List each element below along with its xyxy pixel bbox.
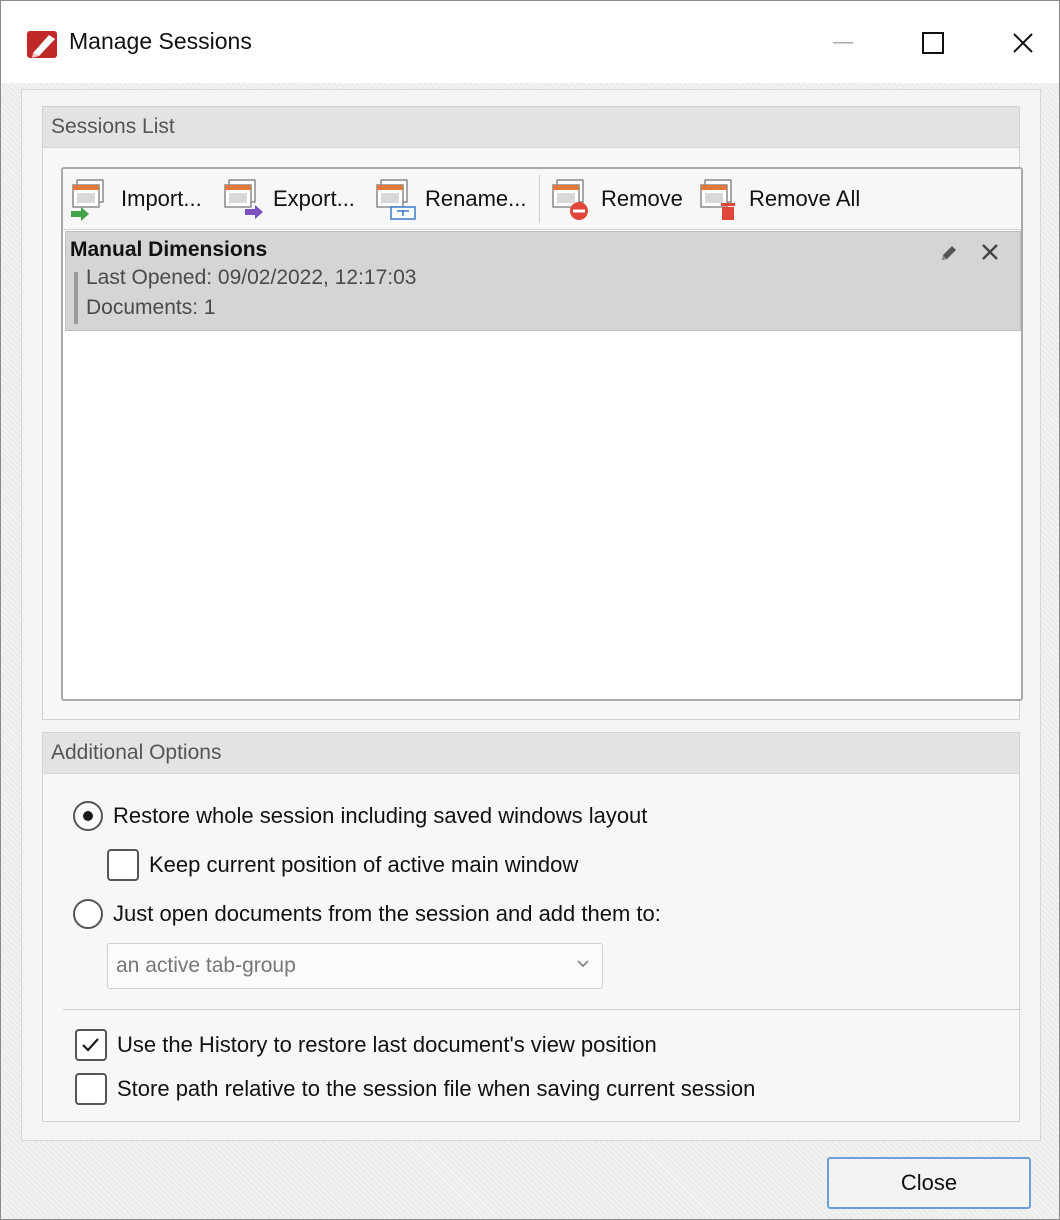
add-target-value: an active tab-group — [116, 954, 296, 977]
keep-position-option[interactable]: Keep current position of active main win… — [107, 849, 578, 881]
export-button[interactable]: Export... — [221, 177, 355, 221]
minimize-icon — [833, 42, 853, 44]
rename-button[interactable]: Rename... — [373, 177, 527, 221]
restore-whole-radio[interactable] — [73, 801, 103, 831]
title-bar: Manage Sessions — [1, 1, 1059, 83]
remove-all-button[interactable]: Remove All — [697, 177, 860, 221]
import-button[interactable]: Import... — [69, 177, 202, 221]
use-history-label: Use the History to restore last document… — [117, 1032, 657, 1057]
just-open-label: Just open documents from the session and… — [113, 901, 661, 926]
sessions-list[interactable]: Import... Export... Rename... Remove Rem… — [61, 167, 1023, 701]
export-session-icon — [224, 179, 263, 219]
close-icon — [1013, 33, 1033, 53]
sessions-toolbar: Import... Export... Rename... Remove Rem… — [63, 169, 1021, 230]
remove-session-icon — [552, 179, 588, 220]
app-logo-icon — [27, 31, 57, 58]
rename-label: Rename... — [425, 186, 527, 211]
use-history-checkbox[interactable] — [75, 1029, 107, 1061]
just-open-documents-option[interactable]: Just open documents from the session and… — [73, 899, 661, 929]
export-label: Export... — [273, 186, 355, 211]
rename-session-icon — [376, 179, 416, 220]
dialog-body: Sessions List Import... Export... Rename… — [1, 83, 1059, 1219]
additional-options-group: Additional Options Restore whole session… — [42, 732, 1021, 1122]
remove-all-label: Remove All — [749, 186, 861, 211]
session-name: Manual Dimensions — [70, 238, 268, 261]
manage-sessions-dialog: Manage Sessions Sessions List Import... … — [0, 0, 1060, 1220]
store-relative-checkbox[interactable] — [75, 1073, 107, 1105]
additional-options-header: Additional Options — [43, 733, 1019, 774]
minimize-button[interactable] — [815, 21, 871, 65]
session-detail-bar — [74, 272, 78, 324]
remove-all-sessions-icon — [700, 179, 735, 220]
remove-label: Remove — [601, 186, 683, 211]
keep-position-label: Keep current position of active main win… — [149, 852, 579, 877]
remove-button[interactable]: Remove — [549, 177, 683, 221]
import-session-icon — [71, 179, 104, 221]
session-last-opened: Last Opened: 09/02/2022, 12:17:03 — [86, 266, 417, 289]
toolbar-separator — [539, 175, 540, 223]
store-relative-path-option[interactable]: Store path relative to the session file … — [75, 1073, 755, 1105]
options-divider — [63, 1009, 1021, 1010]
session-list-item[interactable]: Manual Dimensions Last Opened: 09/02/202… — [65, 231, 1021, 331]
delete-session-icon[interactable] — [980, 242, 1000, 262]
close-window-button[interactable] — [995, 21, 1051, 65]
session-documents-count: Documents: 1 — [86, 296, 216, 319]
sessions-list-group: Sessions List Import... Export... Rename… — [42, 106, 1023, 720]
use-history-option[interactable]: Use the History to restore last document… — [75, 1029, 657, 1061]
restore-whole-label: Restore whole session including saved wi… — [113, 803, 648, 828]
chevron-down-icon — [577, 960, 589, 968]
keep-position-checkbox[interactable] — [107, 849, 139, 881]
maximize-icon — [922, 32, 944, 54]
maximize-button[interactable] — [905, 21, 961, 65]
checkmark-icon — [82, 1038, 99, 1052]
window-title: Manage Sessions — [69, 28, 252, 54]
just-open-radio[interactable] — [73, 899, 103, 929]
close-button[interactable]: Close — [827, 1157, 1031, 1209]
store-relative-label: Store path relative to the session file … — [117, 1076, 756, 1101]
sessions-list-header: Sessions List — [43, 107, 1019, 148]
add-target-dropdown[interactable]: an active tab-group — [107, 943, 603, 989]
import-label: Import... — [121, 186, 202, 211]
content-panel: Sessions List Import... Export... Rename… — [21, 89, 1041, 1141]
restore-whole-session-option[interactable]: Restore whole session including saved wi… — [73, 801, 647, 831]
edit-session-icon[interactable] — [938, 242, 960, 264]
